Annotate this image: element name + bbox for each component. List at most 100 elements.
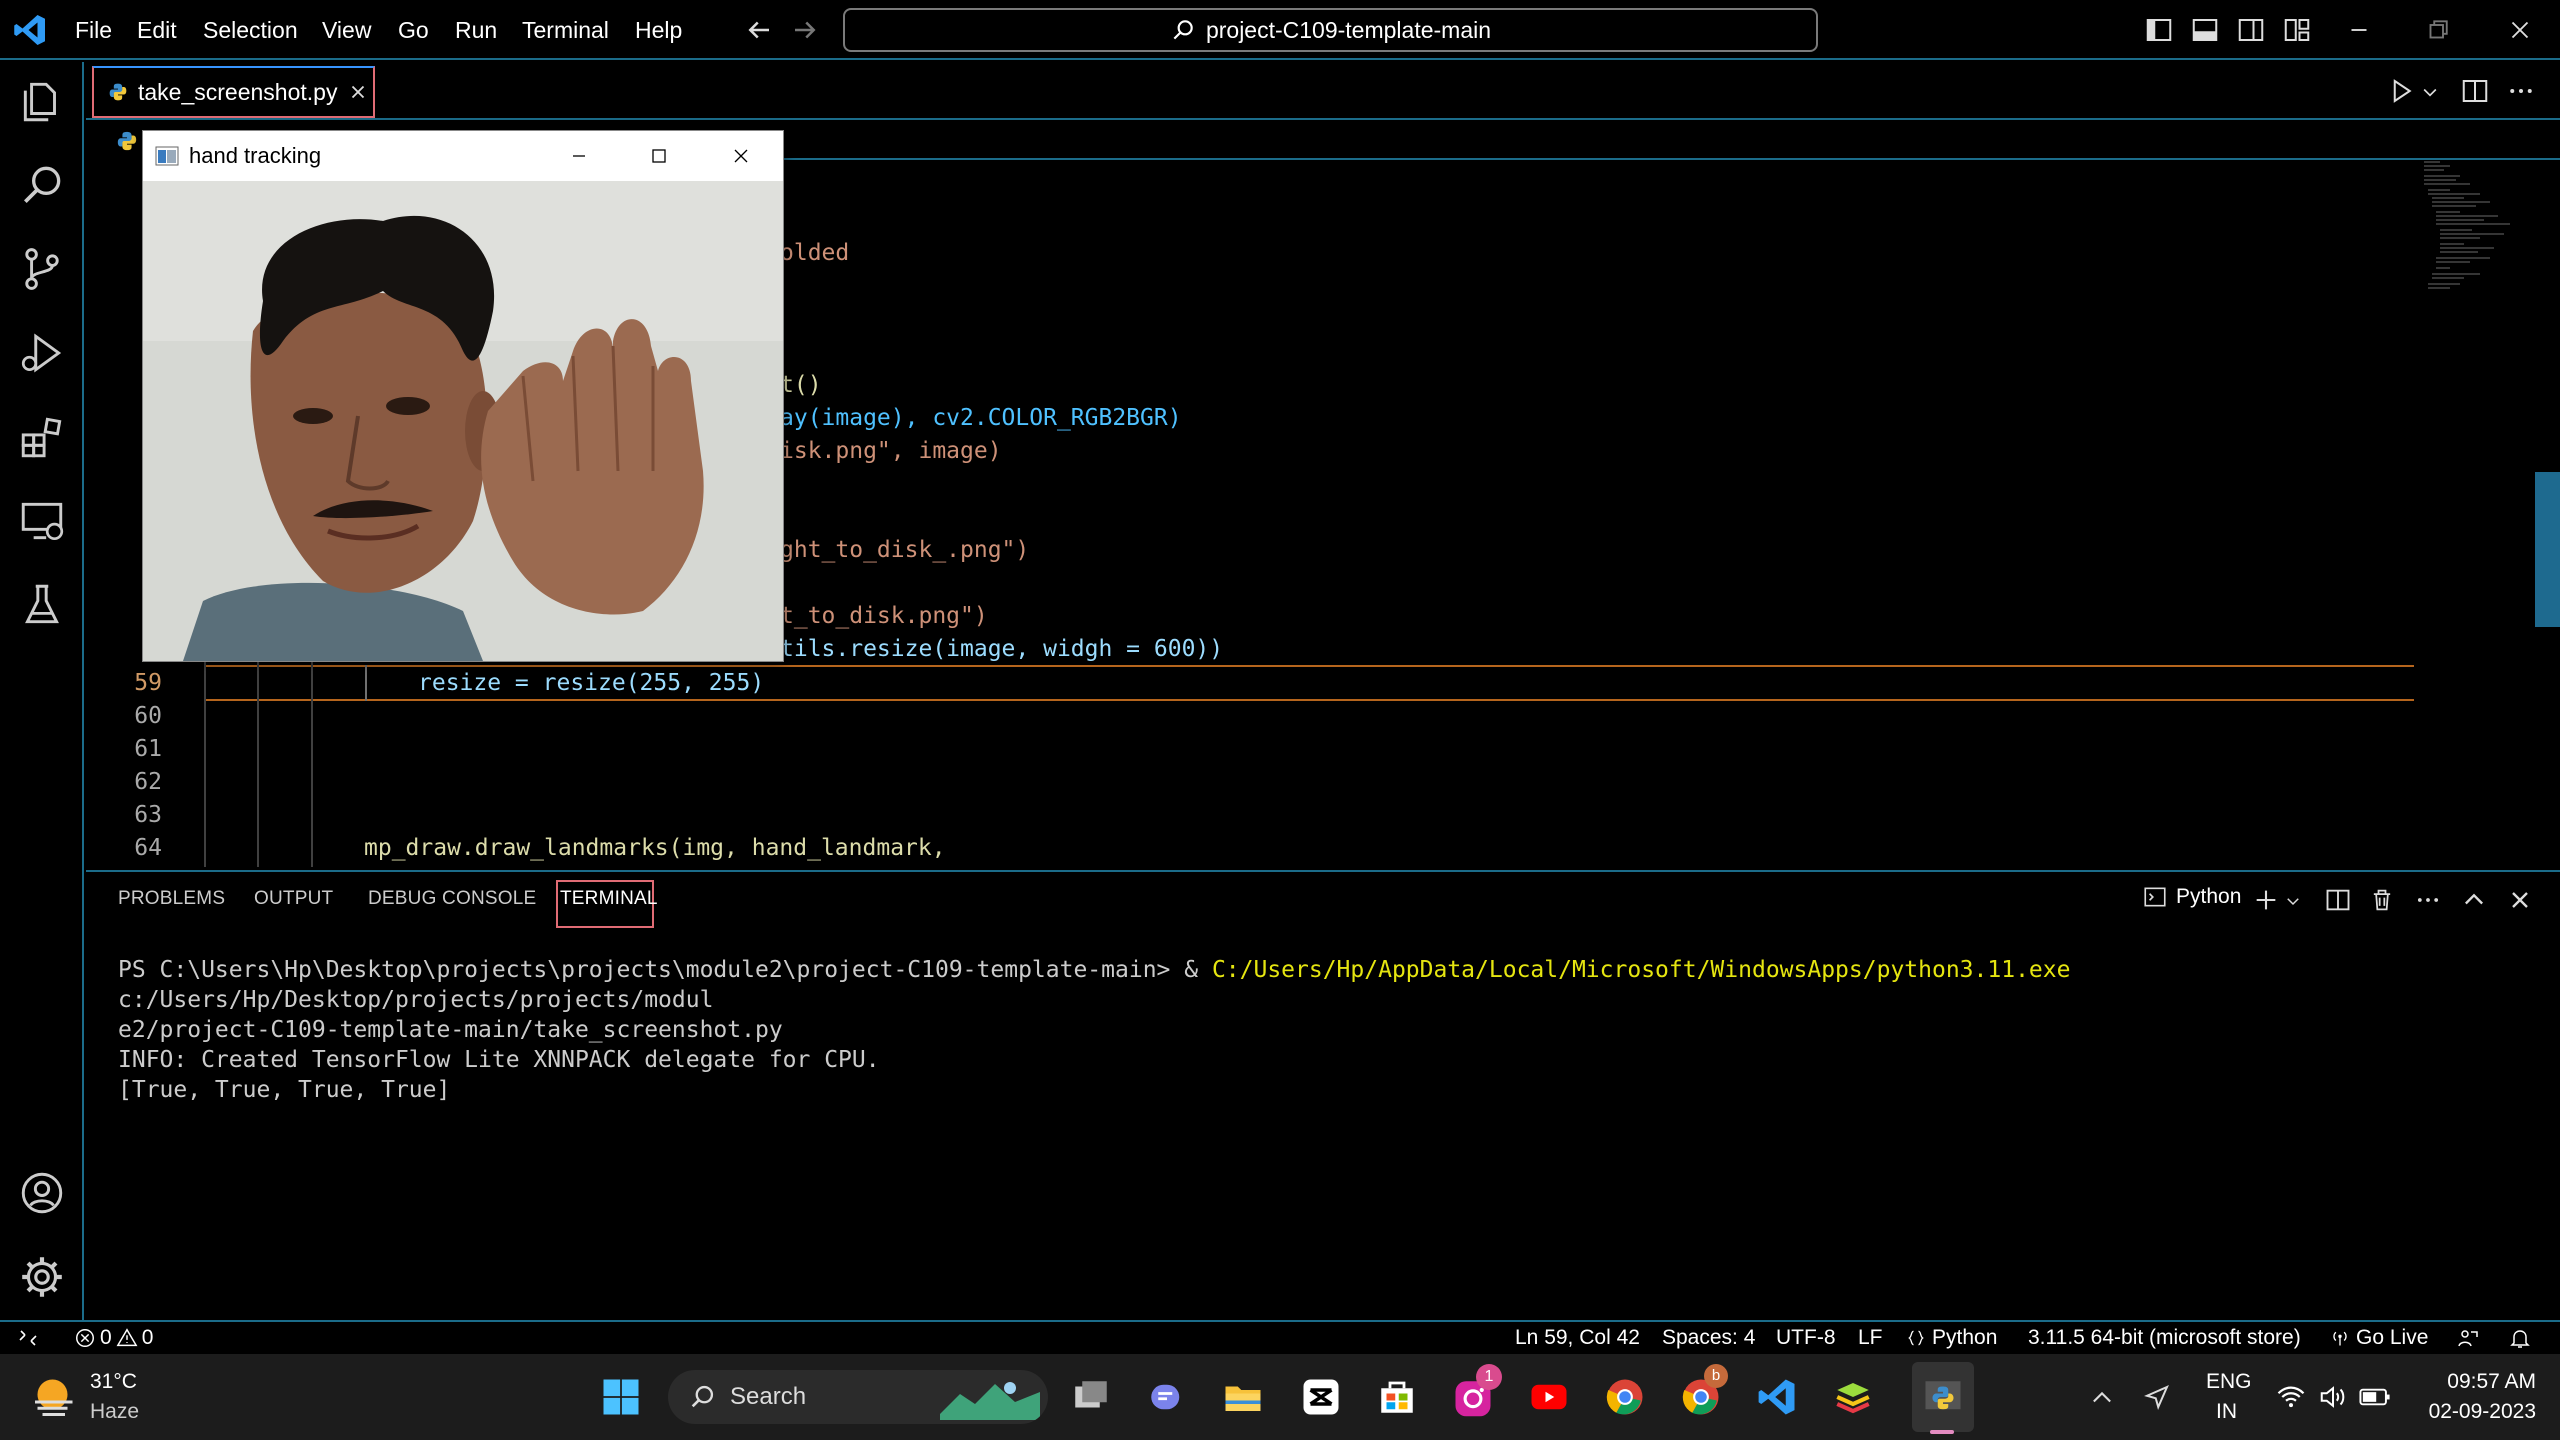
run-debug-icon[interactable] [17,328,67,378]
vscode-taskbar-icon[interactable] [1756,1376,1798,1418]
new-terminal-plus-icon[interactable] [2252,886,2280,914]
maximize-icon[interactable] [647,144,671,168]
run-file-icon[interactable] [2386,76,2416,106]
terminal-icon [2144,887,2166,907]
settings-gear-icon[interactable] [17,1252,67,1302]
capcut-icon[interactable] [1300,1376,1342,1418]
toggle-primary-sidebar-icon[interactable] [2144,15,2174,45]
customize-layout-icon[interactable] [2282,15,2312,45]
show-hidden-icons-chevron-icon[interactable] [2088,1384,2116,1412]
task-view-icon[interactable] [1070,1376,1112,1418]
search-icon [1173,20,1193,40]
tab-output[interactable]: OUTPUT [254,888,333,910]
explorer-icon[interactable] [17,76,67,126]
testing-flask-icon[interactable] [17,580,67,630]
menu-terminal[interactable]: Terminal [522,0,609,60]
close-tab-icon[interactable] [347,81,369,103]
terminal-info-line: INFO: Created TensorFlow Lite XNNPACK de… [118,1047,880,1073]
feedback-icon[interactable] [2456,1326,2480,1350]
tab-problems[interactable]: PROBLEMS [118,888,225,910]
location-arrow-icon[interactable] [2142,1382,2172,1412]
close-icon[interactable] [729,144,753,168]
accounts-icon[interactable] [17,1168,67,1218]
menu-run[interactable]: Run [455,0,497,60]
tab-take-screenshot[interactable]: take_screenshot.py [92,66,375,118]
notifications-bell-icon[interactable] [2508,1326,2532,1350]
clock-date[interactable]: 02-09-2023 [2420,1400,2536,1424]
problems-indicator[interactable]: 0 0 [74,1326,153,1350]
python-taskbar-icon[interactable] [1922,1376,1964,1418]
file-explorer-icon[interactable] [1222,1376,1264,1418]
editor-scrollbar-thumb[interactable] [2535,472,2560,627]
python-interpreter[interactable]: 3.11.5 64-bit (microsoft store) [2028,1326,2301,1350]
close-window-icon[interactable] [2505,15,2535,45]
tab-debug-console[interactable]: DEBUG CONSOLE [368,888,536,910]
menu-file[interactable]: File [75,0,112,60]
go-live-label: Go Live [2356,1326,2429,1349]
line-number: 62 [134,769,162,795]
bluestacks-icon[interactable] [1832,1376,1874,1418]
warning-count: 0 [141,1326,154,1349]
end-of-line[interactable]: LF [1858,1326,1883,1350]
line-number: 60 [134,703,162,729]
more-actions-icon[interactable] [2506,76,2536,106]
kill-terminal-trash-icon[interactable] [2368,886,2396,914]
weather-condition[interactable]: Haze [90,1400,139,1424]
terminal-exe-path: C:/Users/Hp/AppData/Local/Microsoft/Wind… [1211,957,2071,983]
weather-temperature[interactable]: 31°C [90,1370,137,1394]
split-terminal-icon[interactable] [2324,886,2352,914]
menu-selection[interactable]: Selection [203,0,298,60]
go-live-button[interactable]: Go Live [2330,1326,2428,1350]
indentation[interactable]: Spaces: 4 [1662,1326,1755,1350]
encoding[interactable]: UTF-8 [1776,1326,1836,1350]
menu-help[interactable]: Help [635,0,682,60]
search-activity-icon[interactable] [17,160,67,210]
command-center-search[interactable]: project-C109-template-main [843,8,1818,52]
close-panel-icon[interactable] [2506,886,2534,914]
tab-terminal[interactable]: TERMINAL [560,888,658,910]
toggle-secondary-sidebar-icon[interactable] [2236,15,2266,45]
hand-tracking-titlebar[interactable]: hand tracking [143,131,783,181]
remote-indicator-icon[interactable] [16,1326,40,1350]
menu-go[interactable]: Go [398,0,429,60]
youtube-icon[interactable] [1528,1376,1570,1418]
volume-icon[interactable] [2318,1382,2348,1412]
run-dropdown-chevron-icon[interactable] [2420,82,2440,102]
chrome-profile-badge: b [1704,1364,1728,1388]
minimize-icon[interactable] [2344,15,2374,45]
weather-sun-icon[interactable] [30,1374,80,1420]
toggle-panel-icon[interactable] [2190,15,2220,45]
terminal-shell-selector[interactable]: Python [2142,884,2241,910]
battery-icon[interactable] [2358,1382,2392,1412]
windows-start-icon[interactable] [600,1376,642,1418]
remote-explorer-icon[interactable] [17,496,67,546]
restore-icon[interactable] [2423,15,2453,45]
terminal-dropdown-chevron-icon[interactable] [2284,892,2302,910]
wifi-icon[interactable] [2276,1382,2306,1412]
menu-view[interactable]: View [322,0,371,60]
input-language[interactable]: ENG [2206,1370,2252,1394]
terminal-output[interactable]: PS C:\Users\Hp\Desktop\projects\projects… [118,955,2538,1105]
taskbar-search-box[interactable]: Search [668,1370,1048,1424]
minimize-icon[interactable] [567,144,591,168]
teams-chat-icon[interactable] [1146,1376,1188,1418]
source-control-icon[interactable] [17,244,67,294]
menu-edit[interactable]: Edit [137,0,177,60]
cursor-position[interactable]: Ln 59, Col 42 [1515,1326,1640,1350]
chrome-icon[interactable] [1604,1376,1646,1418]
search-icon [691,1385,714,1408]
hand-tracking-window[interactable]: hand tracking [142,130,784,662]
panel-more-actions-icon[interactable] [2414,886,2442,914]
indent-guide [257,645,259,867]
input-region[interactable]: IN [2216,1400,2237,1424]
microsoft-store-icon[interactable] [1376,1376,1418,1418]
maximize-panel-chevron-up-icon[interactable] [2460,886,2488,914]
split-editor-icon[interactable] [2460,76,2490,106]
extensions-icon[interactable] [17,412,67,462]
minimap[interactable] [2420,158,2530,308]
back-arrow-icon[interactable] [744,15,774,45]
forward-arrow-icon[interactable] [790,15,820,45]
language-mode[interactable]: Python [1906,1326,1997,1350]
tab-filename: take_screenshot.py [138,78,338,105]
clock-time[interactable]: 09:57 AM [2436,1370,2536,1394]
